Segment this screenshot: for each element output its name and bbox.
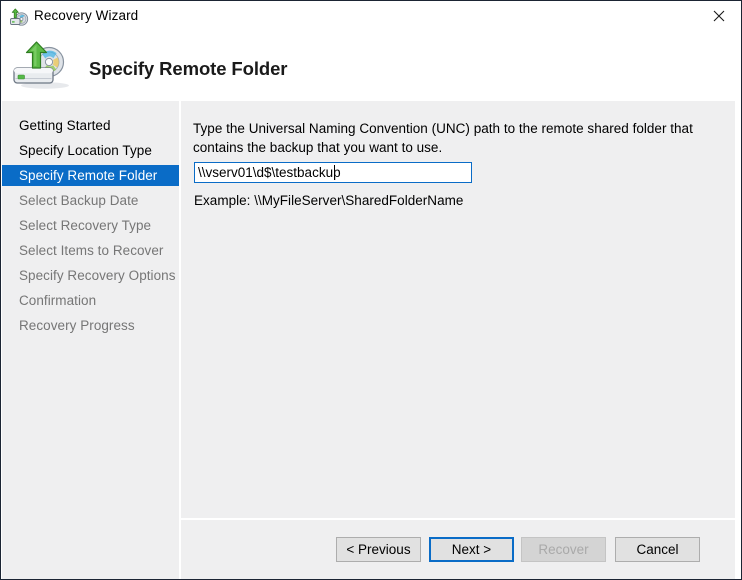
previous-button[interactable]: < Previous xyxy=(336,537,421,562)
panel-right-margin xyxy=(735,101,741,579)
cancel-button[interactable]: Cancel xyxy=(615,537,700,562)
sidebar-item-select-items-to-recover[interactable]: Select Items to Recover xyxy=(2,240,179,261)
sidebar-item-confirmation[interactable]: Confirmation xyxy=(2,290,179,311)
recovery-wizard-window: Recovery Wizard Specify Remote Folder Ge… xyxy=(0,0,742,580)
title-bar: Recovery Wizard xyxy=(1,1,741,34)
close-icon[interactable] xyxy=(696,1,741,31)
recover-button: Recover xyxy=(521,537,606,562)
unc-path-input[interactable] xyxy=(194,162,472,183)
sidebar-item-specify-recovery-options[interactable]: Specify Recovery Options xyxy=(2,265,179,286)
wizard-steps-sidebar: Getting Started Specify Location Type Sp… xyxy=(2,101,179,579)
sidebar-item-getting-started[interactable]: Getting Started xyxy=(2,115,179,136)
window-title: Recovery Wizard xyxy=(34,8,139,23)
footer-button-bar: < Previous Next > Recover Cancel xyxy=(181,520,735,579)
sidebar-item-select-backup-date[interactable]: Select Backup Date xyxy=(2,190,179,211)
sidebar-item-recovery-progress[interactable]: Recovery Progress xyxy=(2,315,179,336)
sidebar-item-select-recovery-type[interactable]: Select Recovery Type xyxy=(2,215,179,236)
page-title: Specify Remote Folder xyxy=(89,58,288,79)
text-caret xyxy=(334,165,335,180)
next-button[interactable]: Next > xyxy=(429,537,514,562)
instruction-text: Type the Universal Naming Convention (UN… xyxy=(193,121,693,155)
sidebar-item-specify-location-type[interactable]: Specify Location Type xyxy=(2,140,179,161)
example-text: Example: \\MyFileServer\SharedFolderName xyxy=(194,193,464,208)
recovery-disc-icon xyxy=(9,8,29,28)
page-header: Specify Remote Folder xyxy=(1,34,741,101)
content-panel: Type the Universal Naming Convention (UN… xyxy=(181,101,735,518)
sidebar-item-specify-remote-folder[interactable]: Specify Remote Folder xyxy=(2,165,179,186)
backup-drive-restore-icon xyxy=(11,40,75,92)
